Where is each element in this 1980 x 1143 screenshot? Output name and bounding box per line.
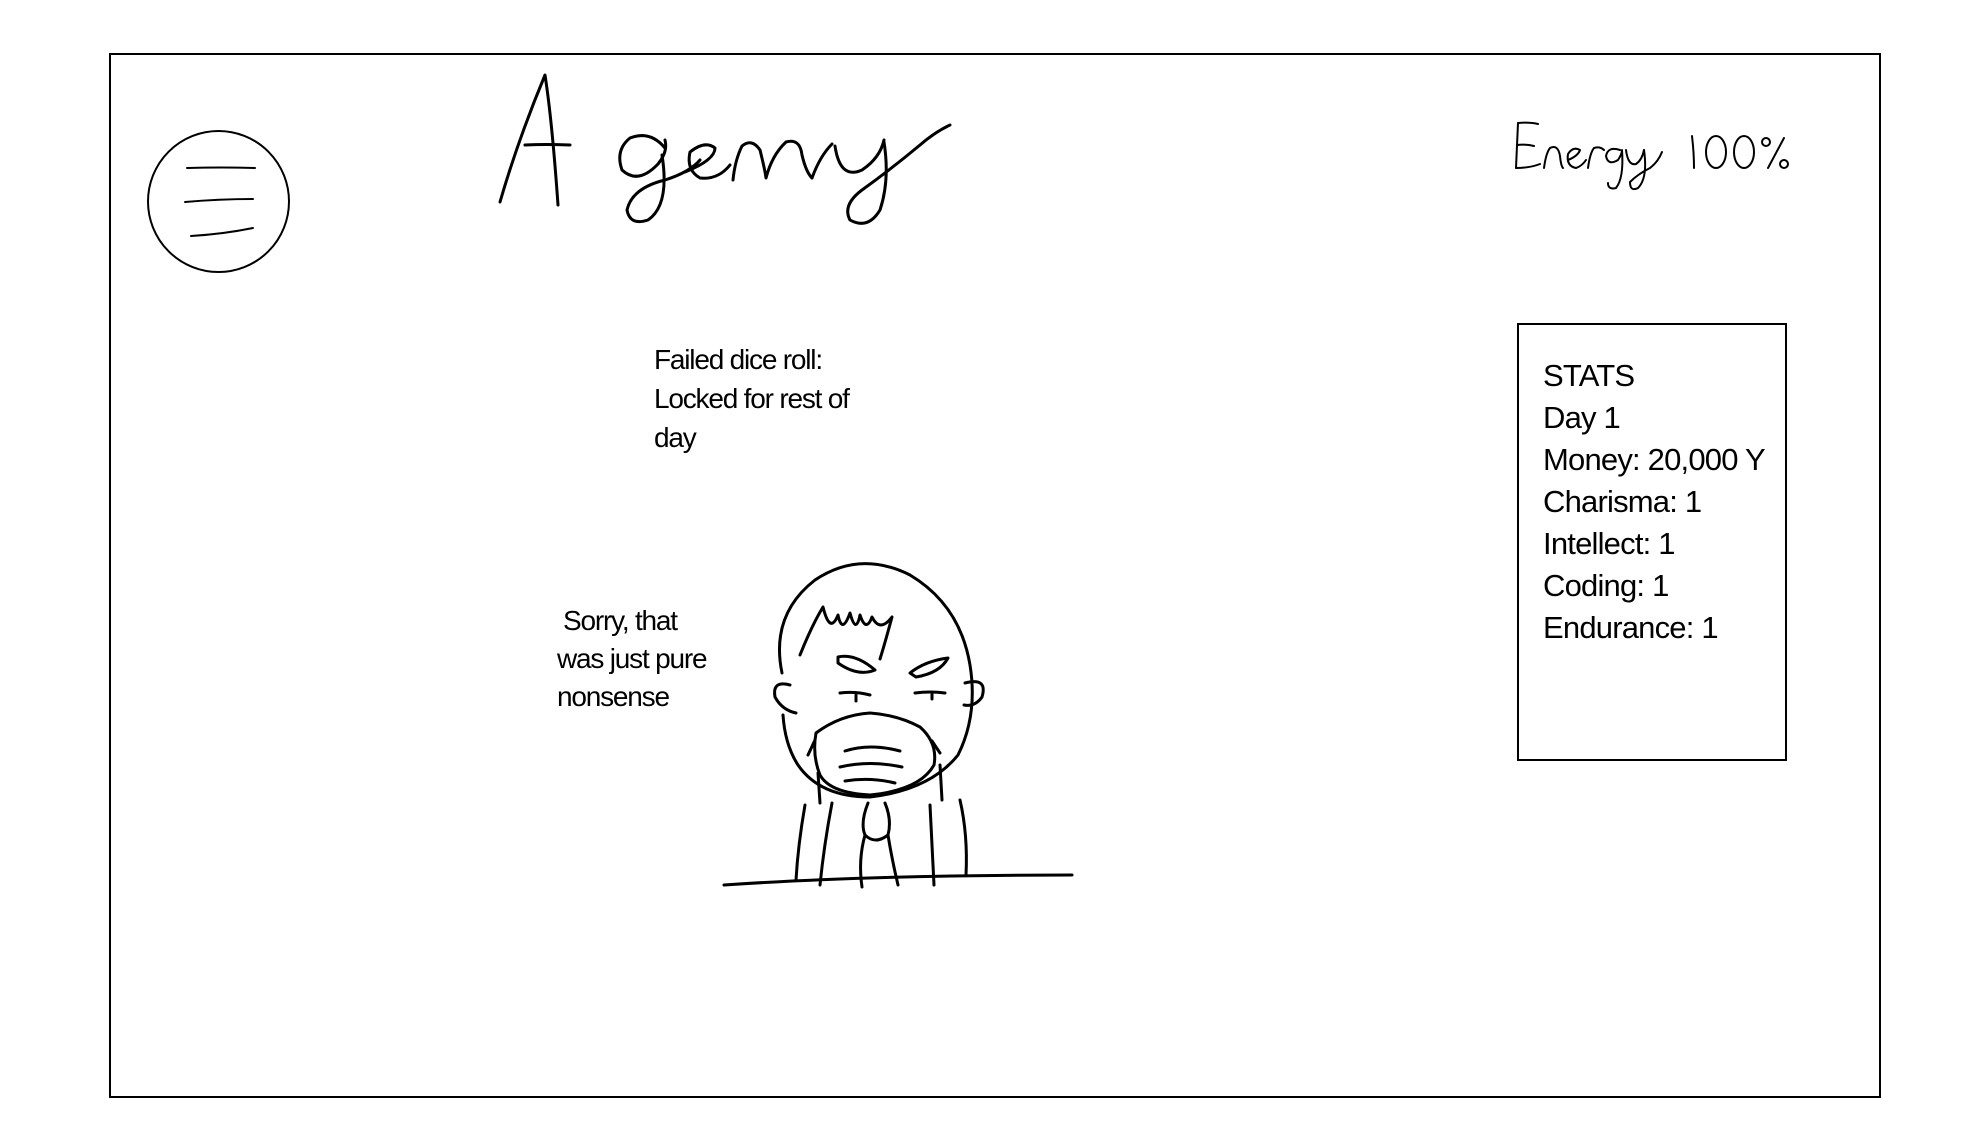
notice-line-1: Failed dice roll: (654, 344, 823, 375)
hamburger-menu-icon (184, 166, 256, 237)
energy-indicator: Energy 100% (1508, 108, 1808, 198)
stat-endurance: Endurance: 1 (1543, 610, 1719, 645)
stat-day: Day 1 (1543, 400, 1621, 435)
stat-coding: Coding: 1 (1543, 568, 1669, 603)
stat-intellect: Intellect: 1 (1543, 526, 1676, 561)
dialogue-line-3: nonsense (557, 681, 670, 712)
dice-roll-notice: Failed dice roll: Locked for rest of day (654, 340, 884, 457)
stats-heading: STATS (1543, 358, 1635, 393)
character-portrait (720, 555, 1080, 895)
masked-character-sketch-icon (722, 562, 1074, 889)
menu-button[interactable] (147, 130, 290, 273)
stat-money: Money: 20,000 Y (1543, 442, 1766, 477)
dialogue-line-2: was just pure (557, 643, 708, 674)
dialogue-line-1: Sorry, that (563, 605, 678, 636)
character-dialogue: Sorry, that was just pure nonsense (557, 602, 747, 716)
notice-line-3: day (654, 422, 697, 453)
stat-charisma: Charisma: 1 (1543, 484, 1702, 519)
stats-panel: STATS Day 1 Money: 20,000 Y Charisma: 1 … (1517, 323, 1787, 761)
app-title-handwriting (498, 73, 952, 225)
energy-handwriting (1515, 121, 1789, 191)
app-title: Agency (490, 60, 1050, 235)
notice-line-2: Locked for rest of (654, 383, 850, 414)
